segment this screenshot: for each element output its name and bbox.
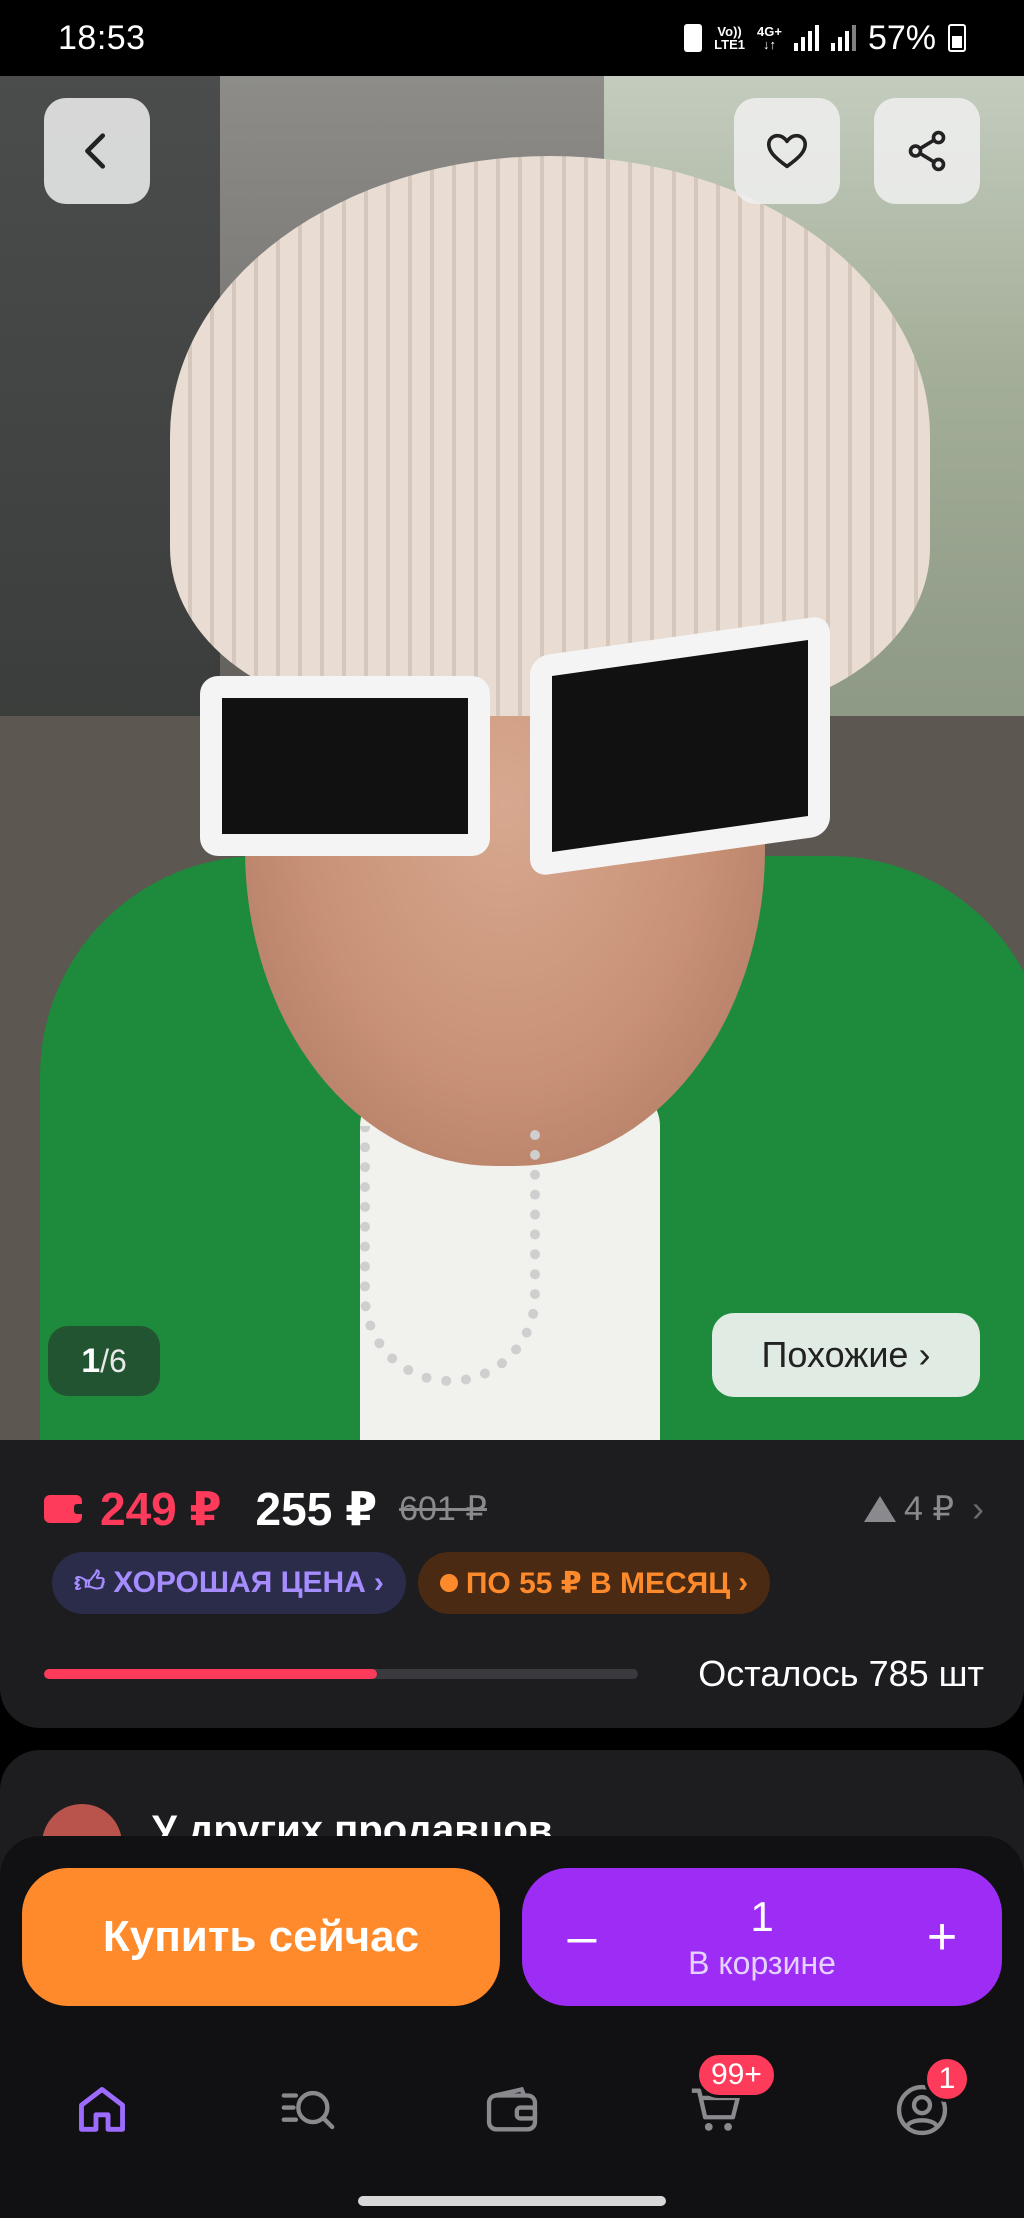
share-button[interactable] [874, 98, 980, 204]
gallery-counter: 1 / 6 [48, 1326, 160, 1396]
cart-status[interactable]: 1 В корзине [642, 1893, 882, 1982]
lte-label: LTE1 [714, 37, 745, 52]
battery-icon [948, 24, 966, 52]
chevron-right-icon: › [972, 1488, 984, 1529]
gallery-total: 6 [109, 1342, 127, 1379]
nav-catalog[interactable] [268, 2070, 348, 2150]
battery-saver-icon [684, 24, 703, 52]
profile-notification-badge: 1 [924, 2056, 970, 2102]
stock-row: Осталось 785 шт [44, 1644, 984, 1704]
price-up-icon [864, 1496, 896, 1522]
image-lens-left [200, 676, 490, 856]
cart-quantity: 1 [750, 1892, 774, 1940]
price-badges: 👍︎ ХОРОШАЯ ЦЕНА › ПО 55 ₽ В МЕСЯЦ › [52, 1552, 771, 1614]
status-indicators: Vo)) LTE1 4G+ ↓↑ 57% [684, 19, 966, 58]
status-bar: 18:53 Vo)) LTE1 4G+ ↓↑ 57% [0, 0, 1024, 76]
cart-count-badge: 99+ [696, 2052, 777, 2098]
good-price-label: ХОРОШАЯ ЦЕНА [113, 1566, 366, 1599]
stock-progress-bar [44, 1669, 638, 1679]
buy-now-button[interactable]: Купить сейчас [22, 1868, 500, 2006]
cart-quantity-control: – 1 В корзине + [522, 1868, 1002, 2006]
battery-percent: 57% [867, 18, 936, 57]
thumbs-up-icon: 👍︎ [74, 1566, 106, 1599]
wallet-nav-icon [486, 2086, 538, 2132]
gallery-current: 1 [81, 1341, 101, 1380]
wallet-icon [44, 1495, 86, 1523]
current-price: 255 ₽ [255, 1483, 378, 1535]
status-time: 18:53 [58, 18, 146, 57]
good-price-badge[interactable]: 👍︎ ХОРОШАЯ ЦЕНА › [52, 1552, 406, 1614]
chevron-right-icon: › [918, 1334, 931, 1375]
similar-button[interactable]: Похожие › [712, 1313, 980, 1397]
price-change[interactable]: 4 ₽ › [864, 1488, 984, 1530]
back-button[interactable] [44, 98, 150, 204]
network-type-indicator: 4G+ ↓↑ [757, 25, 782, 51]
in-cart-label: В корзине [688, 1944, 836, 1981]
chevron-right-icon: › [738, 1566, 749, 1599]
gallery-separator: / [100, 1342, 109, 1379]
price-card: 249 ₽ 255 ₽ 601 ₽ 4 ₽ › 👍︎ ХОРОШАЯ ЦЕНА … [0, 1440, 1024, 1728]
pie-chart-icon [439, 1574, 458, 1592]
signal-icon-sim2 [830, 25, 856, 51]
image-sunglasses [200, 614, 840, 886]
decrement-button[interactable]: – [522, 1868, 642, 2006]
share-icon [908, 130, 946, 172]
nav-home[interactable] [62, 2070, 142, 2150]
increment-button[interactable]: + [882, 1868, 1002, 2006]
old-price: 601 ₽ [399, 1490, 487, 1528]
favorite-button[interactable] [734, 98, 840, 204]
image-lens-right [530, 614, 830, 878]
stock-progress-fill [44, 1669, 377, 1679]
wallet-price: 249 ₽ [100, 1483, 222, 1535]
signal-icon [793, 25, 819, 51]
volte-indicator: Vo)) LTE1 [714, 25, 745, 51]
purchase-action-bar: Купить сейчас – 1 В корзине + [0, 1836, 1024, 2026]
price-row[interactable]: 249 ₽ 255 ₽ 601 ₽ 4 ₽ › [44, 1474, 984, 1544]
back-arrow-icon [85, 133, 106, 169]
data-arrows-icon: ↓↑ [762, 37, 776, 52]
installment-badge[interactable]: ПО 55 ₽ В МЕСЯЦ › [417, 1552, 771, 1614]
price-change-value: 4 ₽ [904, 1490, 954, 1528]
image-chain [360, 1126, 540, 1386]
heart-icon [766, 133, 808, 169]
catalog-search-icon [281, 2090, 335, 2130]
home-icon [79, 2087, 125, 2132]
bottom-navigation: 99+ 1 [0, 2026, 1024, 2218]
product-image-gallery[interactable] [0, 76, 1024, 1440]
chevron-right-icon: › [373, 1566, 384, 1599]
nav-wallet[interactable] [472, 2070, 552, 2150]
installment-label: ПО 55 ₽ В МЕСЯЦ [465, 1566, 731, 1600]
home-indicator[interactable] [358, 2196, 666, 2206]
similar-label: Похожие [761, 1334, 909, 1375]
stock-remaining: Осталось 785 шт [698, 1653, 984, 1694]
